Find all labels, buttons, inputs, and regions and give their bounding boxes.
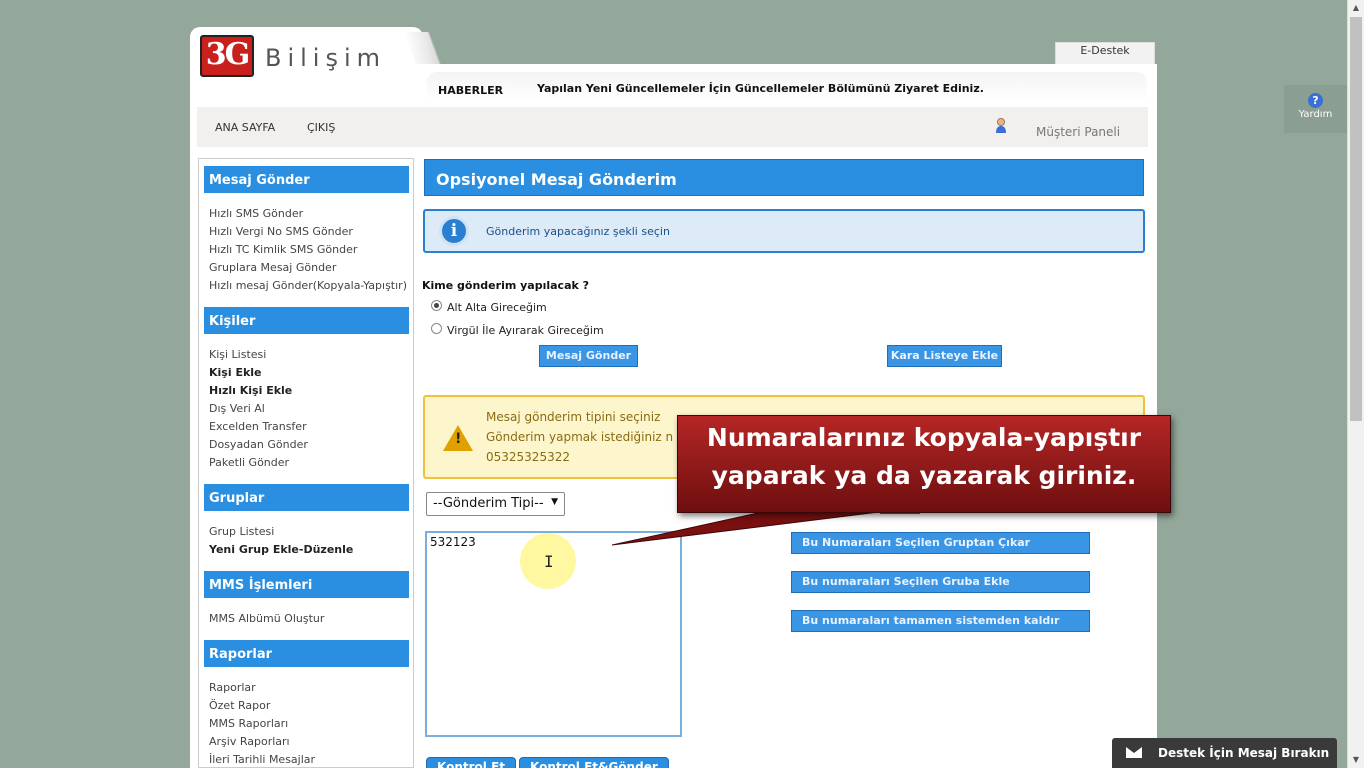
sidebar-item[interactable]: Hızlı Kişi Ekle (209, 384, 292, 397)
send-type-select[interactable]: --Gönderim Tipi-- ▼ (426, 492, 565, 516)
sidebar-head-contacts[interactable]: Kişiler (204, 307, 409, 334)
text-cursor-icon: I (544, 552, 554, 571)
sidebar-item[interactable]: Dış Veri Al (209, 402, 265, 415)
radio-line-by-line[interactable] (431, 300, 442, 311)
news-text[interactable]: Yapılan Yeni Güncellemeler İçin Güncelle… (537, 82, 984, 95)
warning-line-2: Gönderim yapmak istediğiniz n (486, 430, 674, 444)
top-nav: ANA SAYFA ÇIKIŞ Müşteri Paneli (197, 107, 1148, 147)
scroll-down-icon[interactable]: ▼ (1348, 752, 1364, 768)
check-button[interactable]: Kontrol Et (426, 757, 516, 768)
sidebar-item[interactable]: Gruplara Mesaj Gönder (209, 261, 336, 274)
warning-line-3: 05325325322 (486, 450, 570, 464)
radio-comma-separated[interactable] (431, 323, 442, 334)
news-label: HABERLER (438, 84, 504, 97)
info-message: i Gönderim yapacağınız şekli seçin (423, 209, 1145, 253)
nav-logout[interactable]: ÇIKIŞ (307, 121, 335, 134)
radio-line-by-line-label[interactable]: Alt Alta Gireceğim (447, 301, 547, 314)
news-bar: HABERLER Yapılan Yeni Güncellemeler İçin… (427, 72, 1147, 102)
help-label: Yardım (1298, 109, 1333, 120)
sidebar-item[interactable]: İleri Tarihli Mesajlar (209, 753, 315, 766)
sidebar-item[interactable]: Hızlı SMS Gönder (209, 207, 303, 220)
tutorial-callout: Numaralarınız kopyala-yapıştır yaparak y… (677, 415, 1171, 513)
sidebar-item[interactable]: Dosyadan Gönder (209, 438, 308, 451)
user-icon[interactable] (995, 118, 1007, 134)
sidebar-head-message[interactable]: Mesaj Gönder (204, 166, 409, 193)
sidebar-item[interactable]: Grup Listesi (209, 525, 274, 538)
page-title: Opsiyonel Mesaj Gönderim (424, 159, 1144, 196)
warning-icon (443, 425, 473, 451)
sidebar-item[interactable]: Hızlı TC Kimlik SMS Gönder (209, 243, 357, 256)
logo-text: Bilişim (265, 44, 387, 72)
send-message-button[interactable]: Mesaj Gönder (539, 345, 638, 367)
scrollbar-thumb[interactable] (1350, 17, 1362, 421)
send-type-select-value: --Gönderim Tipi-- (433, 496, 544, 511)
sidebar-item[interactable]: Hızlı Vergi No SMS Gönder (209, 225, 353, 238)
support-label: Destek İçin Mesaj Bırakın (1158, 746, 1330, 760)
sidebar-head-mms[interactable]: MMS İşlemleri (204, 571, 409, 598)
sidebar-item[interactable]: Excelden Transfer (209, 420, 307, 433)
add-to-group-button[interactable]: Bu numaraları Seçilen Gruba Ekle (791, 571, 1090, 593)
sidebar-head-reports[interactable]: Raporlar (204, 640, 409, 667)
edestek-tab[interactable]: E-Destek (1055, 42, 1155, 64)
info-icon: i (439, 216, 469, 246)
callout-line-1: Numaralarınız kopyala-yapıştır (706, 423, 1142, 452)
sidebar-item[interactable]: Paketli Gönder (209, 456, 289, 469)
warning-line-1: Mesaj gönderim tipini seçiniz (486, 410, 661, 424)
sidebar-item[interactable]: MMS Raporları (209, 717, 288, 730)
scroll-up-icon[interactable]: ▲ (1348, 0, 1364, 16)
recipient-question: Kime gönderim yapılacak ? (422, 279, 590, 292)
help-widget[interactable]: ? Yardım (1284, 85, 1347, 133)
sidebar-item[interactable]: Kişi Listesi (209, 348, 266, 361)
chevron-down-icon: ▼ (551, 497, 558, 507)
radio-comma-separated-label[interactable]: Virgül İle Ayırarak Gireceğim (447, 324, 604, 337)
sidebar-item[interactable]: Yeni Grup Ekle-Düzenle (209, 543, 353, 556)
customer-panel-link[interactable]: Müşteri Paneli (1036, 125, 1120, 139)
blacklist-button[interactable]: Kara Listeye Ekle (887, 345, 1002, 367)
vertical-scrollbar[interactable]: ▲ ▼ (1347, 0, 1364, 768)
sidebar-item[interactable]: MMS Albümü Oluştur (209, 612, 324, 625)
sidebar-head-groups[interactable]: Gruplar (204, 484, 409, 511)
sidebar-item[interactable]: Kişi Ekle (209, 366, 262, 379)
callout-line-2: yaparak ya da yazarak giriniz. (711, 461, 1137, 490)
nav-home[interactable]: ANA SAYFA (215, 121, 275, 134)
sidebar-item[interactable]: Özet Rapor (209, 699, 270, 712)
envelope-icon (1126, 747, 1142, 758)
info-text: Gönderim yapacağınız şekli seçin (486, 225, 670, 238)
check-send-button[interactable]: Kontrol Et&Gönder (519, 757, 669, 768)
remove-from-system-button[interactable]: Bu numaraları tamamen sistemden kaldır (791, 610, 1090, 632)
support-message-widget[interactable]: Destek İçin Mesaj Bırakın (1112, 738, 1337, 768)
sidebar-item[interactable]: Arşiv Raporları (209, 735, 290, 748)
sidebar: Mesaj Gönder Hızlı SMS Gönder Hızlı Verg… (198, 158, 414, 768)
logo-mark[interactable]: 3G (200, 35, 254, 77)
sidebar-item[interactable]: Hızlı mesaj Gönder(Kopyala-Yapıştır) (209, 279, 407, 292)
help-icon: ? (1308, 93, 1323, 108)
sidebar-item[interactable]: Raporlar (209, 681, 256, 694)
